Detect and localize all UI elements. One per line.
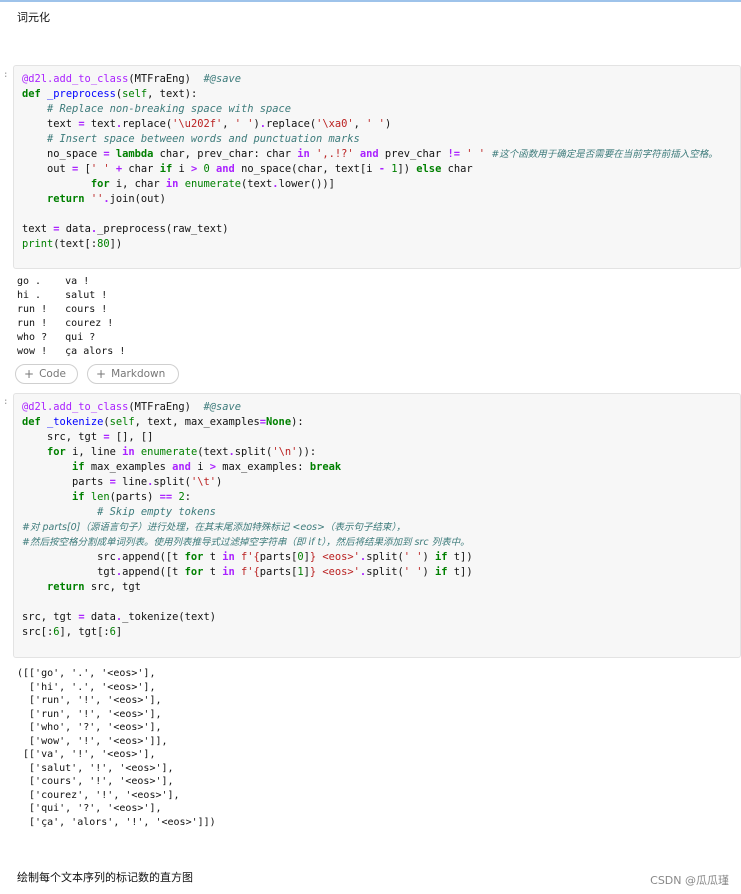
- plus-icon: +: [24, 367, 35, 381]
- markdown-heading-histogram: 绘制每个文本序列的标记数的直方图: [17, 871, 193, 884]
- markdown-heading-lemmatize: 词元化: [17, 11, 50, 24]
- cell-prompt: :: [3, 70, 9, 80]
- code-editor[interactable]: @d2l.add_to_class(MTFraEng) #@save def _…: [14, 66, 740, 252]
- code-cell-tokenize[interactable]: @d2l.add_to_class(MTFraEng) #@save def _…: [13, 393, 741, 658]
- cell-output-preprocess: go . va ! hi . salut ! run ! cours ! run…: [17, 276, 126, 357]
- code-editor[interactable]: @d2l.add_to_class(MTFraEng) #@save def _…: [14, 394, 740, 640]
- cell-output-tokenize: ([['go', '.', '<eos>'], ['hi', '.', '<eo…: [17, 668, 216, 828]
- top-divider: [0, 0, 741, 2]
- add-code-label: Code: [39, 368, 66, 380]
- code-cell-preprocess[interactable]: @d2l.add_to_class(MTFraEng) #@save def _…: [13, 65, 741, 269]
- watermark: CSDN @瓜瓜瑾: [650, 874, 729, 887]
- add-code-cell-button[interactable]: + Code: [15, 364, 78, 384]
- cell-prompt: :: [3, 397, 9, 407]
- add-markdown-cell-button[interactable]: + Markdown: [87, 364, 179, 384]
- add-markdown-label: Markdown: [111, 368, 166, 380]
- plus-icon: +: [96, 367, 107, 381]
